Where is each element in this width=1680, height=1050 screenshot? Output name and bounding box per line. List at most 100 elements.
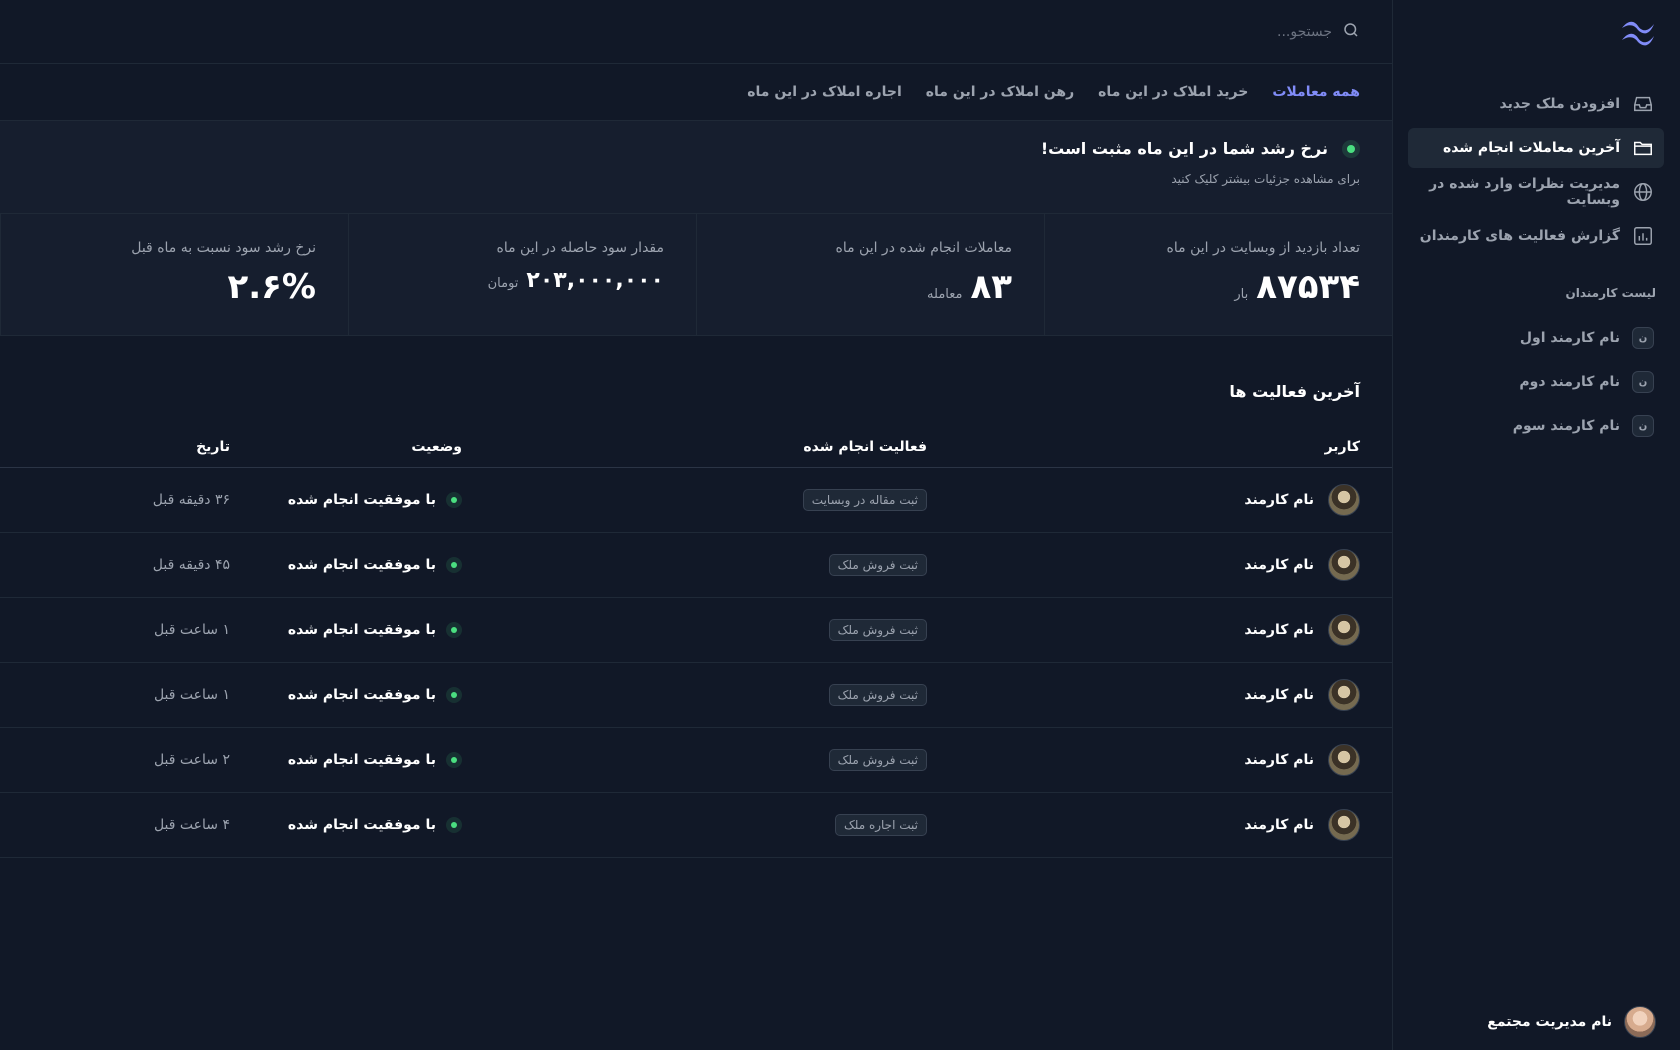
- cell-status: با موفقیت انجام شده: [230, 727, 462, 793]
- action-badge: ثبت فروش ملک: [828, 554, 927, 576]
- status-cell: با موفقیت انجام شده: [230, 687, 462, 703]
- column-header-user: کاربر: [927, 439, 1392, 468]
- team-initial: ن: [1632, 371, 1654, 393]
- stat-deals: معاملات انجام شده در این ماه ۸۳ معامله: [696, 214, 1044, 335]
- stat-label: مقدار سود حاصله در این ماه: [496, 240, 664, 256]
- table-row[interactable]: نام کارمند ثبت فروش ملک با موفقیت انجام شد…: [0, 597, 1392, 663]
- status-text: با موفقیت انجام شده: [287, 817, 436, 833]
- action-badge: ثبت اجاره ملک: [834, 814, 927, 836]
- action-badge: ثبت فروش ملک: [828, 684, 927, 706]
- team-list-title: لیست کارمندان: [1565, 286, 1656, 300]
- column-header-date: تاریخ: [0, 439, 230, 468]
- status-text: با موفقیت انجام شده: [287, 752, 436, 768]
- table-header-row: کاربر فعالیت انجام شده وضعیت تاریخ: [0, 439, 1392, 468]
- cell-date: ۱ ساعت قبل: [0, 597, 230, 663]
- table-row[interactable]: نام کارمند ثبت فروش ملک با موفقیت انجام شد…: [0, 662, 1392, 728]
- avatar: [1624, 1006, 1656, 1038]
- table-row[interactable]: نام کارمند ثبت مقاله در وبسایت با موفقیت ا…: [0, 467, 1392, 533]
- status-text: با موفقیت انجام شده: [287, 492, 436, 508]
- status-text: با موفقیت انجام شده: [287, 622, 436, 638]
- stat-label: نرخ رشد سود نسبت به ماه قبل: [131, 240, 316, 256]
- sidebar-item-comments[interactable]: مدیریت نظرات وارد شده در وبسایت: [1408, 172, 1664, 212]
- status-dot-icon: [446, 752, 462, 768]
- chart-bar-icon: [1632, 225, 1654, 247]
- user-cell: نام کارمند: [927, 679, 1360, 711]
- sidebar-item-reports[interactable]: گزارش فعالیت های کارمندان: [1408, 216, 1664, 256]
- user-cell: نام کارمند: [927, 614, 1360, 646]
- cell-user: نام کارمند: [927, 532, 1392, 598]
- user-cell: نام کارمند: [927, 549, 1360, 581]
- user-name: نام کارمند: [1244, 557, 1314, 573]
- sidebar: افزودن ملک جدید آخرین معاملات انجام شده …: [1392, 0, 1680, 1050]
- activity-title: آخرین فعالیت ها: [1229, 382, 1360, 401]
- team-item-third[interactable]: ن نام کارمند سوم: [1408, 406, 1664, 446]
- search-bar: [1032, 21, 1360, 43]
- growth-banner[interactable]: نرخ رشد شما در این ماه مثبت است! برای مش…: [0, 121, 1392, 214]
- tab-mortgages[interactable]: رهن املاک در این ماه: [926, 84, 1074, 100]
- tab-rentals[interactable]: اجاره املاک در این ماه: [747, 84, 902, 100]
- stat-growth-rate: نرخ رشد سود نسبت به ماه قبل ۲.۶%: [0, 214, 348, 335]
- cell-date: ۴ ساعت قبل: [0, 792, 230, 858]
- top-bar: [0, 0, 1392, 64]
- main-content: همه معاملات خرید املاک در این ماه رهن ام…: [0, 0, 1392, 1050]
- user-name: نام کارمند: [1244, 752, 1314, 768]
- user-name: نام کارمند: [1244, 687, 1314, 703]
- stat-visits: تعداد بازدید از وبسایت در این ماه ۸۷۵۳۴ …: [1044, 214, 1392, 335]
- user-cell: نام کارمند: [927, 744, 1360, 776]
- status-dot-icon: [446, 557, 462, 573]
- cell-status: با موفقیت انجام شده: [230, 467, 462, 533]
- stat-unit: بار: [1234, 287, 1249, 302]
- team-initial: ن: [1632, 415, 1654, 437]
- team-name: نام کارمند دوم: [1519, 374, 1620, 390]
- tab-purchases[interactable]: خرید املاک در این ماه: [1098, 84, 1248, 100]
- status-dot-icon: [446, 817, 462, 833]
- column-header-action: فعالیت انجام شده: [462, 439, 927, 468]
- cell-user: نام کارمند: [927, 467, 1392, 533]
- cell-date: ۱ ساعت قبل: [0, 662, 230, 728]
- profile-name: نام مدیریت مجتمع: [1487, 1014, 1612, 1030]
- sidebar-item-add-property[interactable]: افزودن ملک جدید: [1408, 84, 1664, 124]
- status-cell: با موفقیت انجام شده: [230, 817, 462, 833]
- profile-link[interactable]: نام مدیریت مجتمع: [1487, 1006, 1656, 1038]
- growth-title: نرخ رشد شما در این ماه مثبت است!: [1040, 139, 1328, 158]
- status-dot-icon: [446, 492, 462, 508]
- folder-icon: [1632, 137, 1654, 159]
- tab-all-deals[interactable]: همه معاملات: [1272, 84, 1360, 100]
- status-dot-icon: [1342, 139, 1360, 158]
- sidebar-item-label: آخرین معاملات انجام شده: [1442, 140, 1620, 156]
- search-input[interactable]: [1032, 23, 1332, 40]
- user-cell: نام کارمند: [927, 484, 1360, 516]
- stat-label: معاملات انجام شده در این ماه: [835, 240, 1012, 256]
- cell-action: ثبت اجاره ملک: [462, 792, 927, 858]
- team-item-first[interactable]: ن نام کارمند اول: [1408, 318, 1664, 358]
- user-cell: نام کارمند: [927, 809, 1360, 841]
- stats-grid: تعداد بازدید از وبسایت در این ماه ۸۷۵۳۴ …: [0, 214, 1392, 336]
- cell-status: با موفقیت انجام شده: [230, 532, 462, 598]
- stat-unit: معامله: [927, 287, 963, 302]
- table-row[interactable]: نام کارمند ثبت فروش ملک با موفقیت انجام شد…: [0, 727, 1392, 793]
- cell-user: نام کارمند: [927, 792, 1392, 858]
- sidebar-item-recent-deals[interactable]: آخرین معاملات انجام شده: [1408, 128, 1664, 168]
- avatar: [1328, 484, 1360, 516]
- stat-value-row: ۲.۶%: [33, 270, 317, 304]
- sidebar-item-label: مدیریت نظرات وارد شده در وبسایت: [1429, 176, 1620, 208]
- table-row[interactable]: نام کارمند ثبت اجاره ملک با موفقیت انجام ش…: [0, 792, 1392, 858]
- status-cell: با موفقیت انجام شده: [230, 622, 462, 638]
- table-row[interactable]: نام کارمند ثبت فروش ملک با موفقیت انجام شد…: [0, 532, 1392, 598]
- status-text: با موفقیت انجام شده: [287, 557, 436, 573]
- stat-value: ۸۳: [970, 267, 1012, 307]
- stat-value: ۸۷۵۳۴: [1256, 267, 1360, 307]
- avatar: [1328, 614, 1360, 646]
- action-badge: ثبت فروش ملک: [828, 749, 927, 771]
- cell-date: ۴۵ دقیقه قبل: [0, 532, 230, 598]
- cell-action: ثبت فروش ملک: [462, 532, 927, 598]
- status-text: با موفقیت انجام شده: [287, 687, 436, 703]
- stat-value-row: ۲۰۳,۰۰۰,۰۰۰ تومان: [381, 270, 664, 292]
- team-item-second[interactable]: ن نام کارمند دوم: [1408, 362, 1664, 402]
- status-dot-icon: [446, 622, 462, 638]
- wave-logo-icon[interactable]: [1620, 18, 1656, 46]
- action-badge: ثبت مقاله در وبسایت: [802, 489, 927, 511]
- deal-tabs: همه معاملات خرید املاک در این ماه رهن ام…: [0, 64, 1392, 121]
- user-name: نام کارمند: [1244, 492, 1314, 508]
- growth-title-row: نرخ رشد شما در این ماه مثبت است!: [32, 139, 1360, 158]
